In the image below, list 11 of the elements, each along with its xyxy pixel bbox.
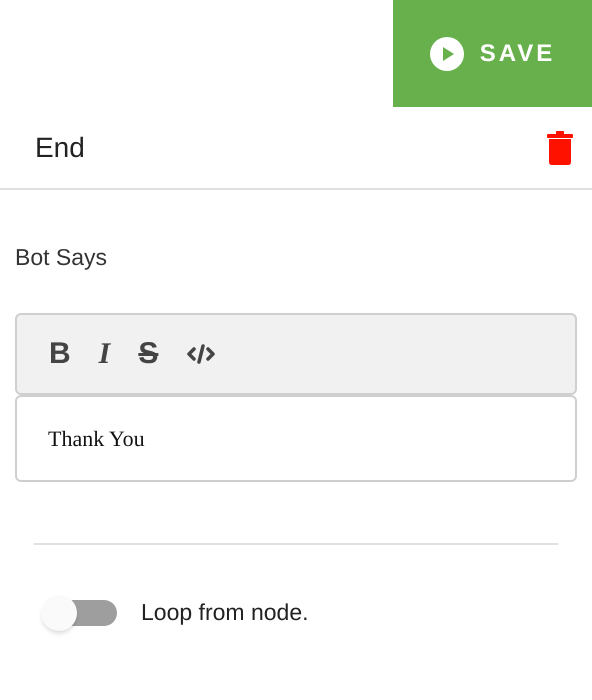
field-label: Bot Says	[15, 243, 108, 272]
code-button[interactable]	[186, 342, 216, 364]
delete-icon[interactable]	[547, 130, 573, 164]
strikethrough-button[interactable]: S	[138, 338, 158, 368]
toggle-label: Loop from node.	[141, 598, 309, 628]
node-title: End	[35, 130, 85, 164]
message-field[interactable]: Thank You	[15, 394, 577, 482]
play-icon	[430, 36, 464, 70]
toggle-switch[interactable]	[41, 594, 117, 630]
italic-button[interactable]: I	[98, 338, 110, 368]
bold-button[interactable]: B	[49, 338, 71, 368]
